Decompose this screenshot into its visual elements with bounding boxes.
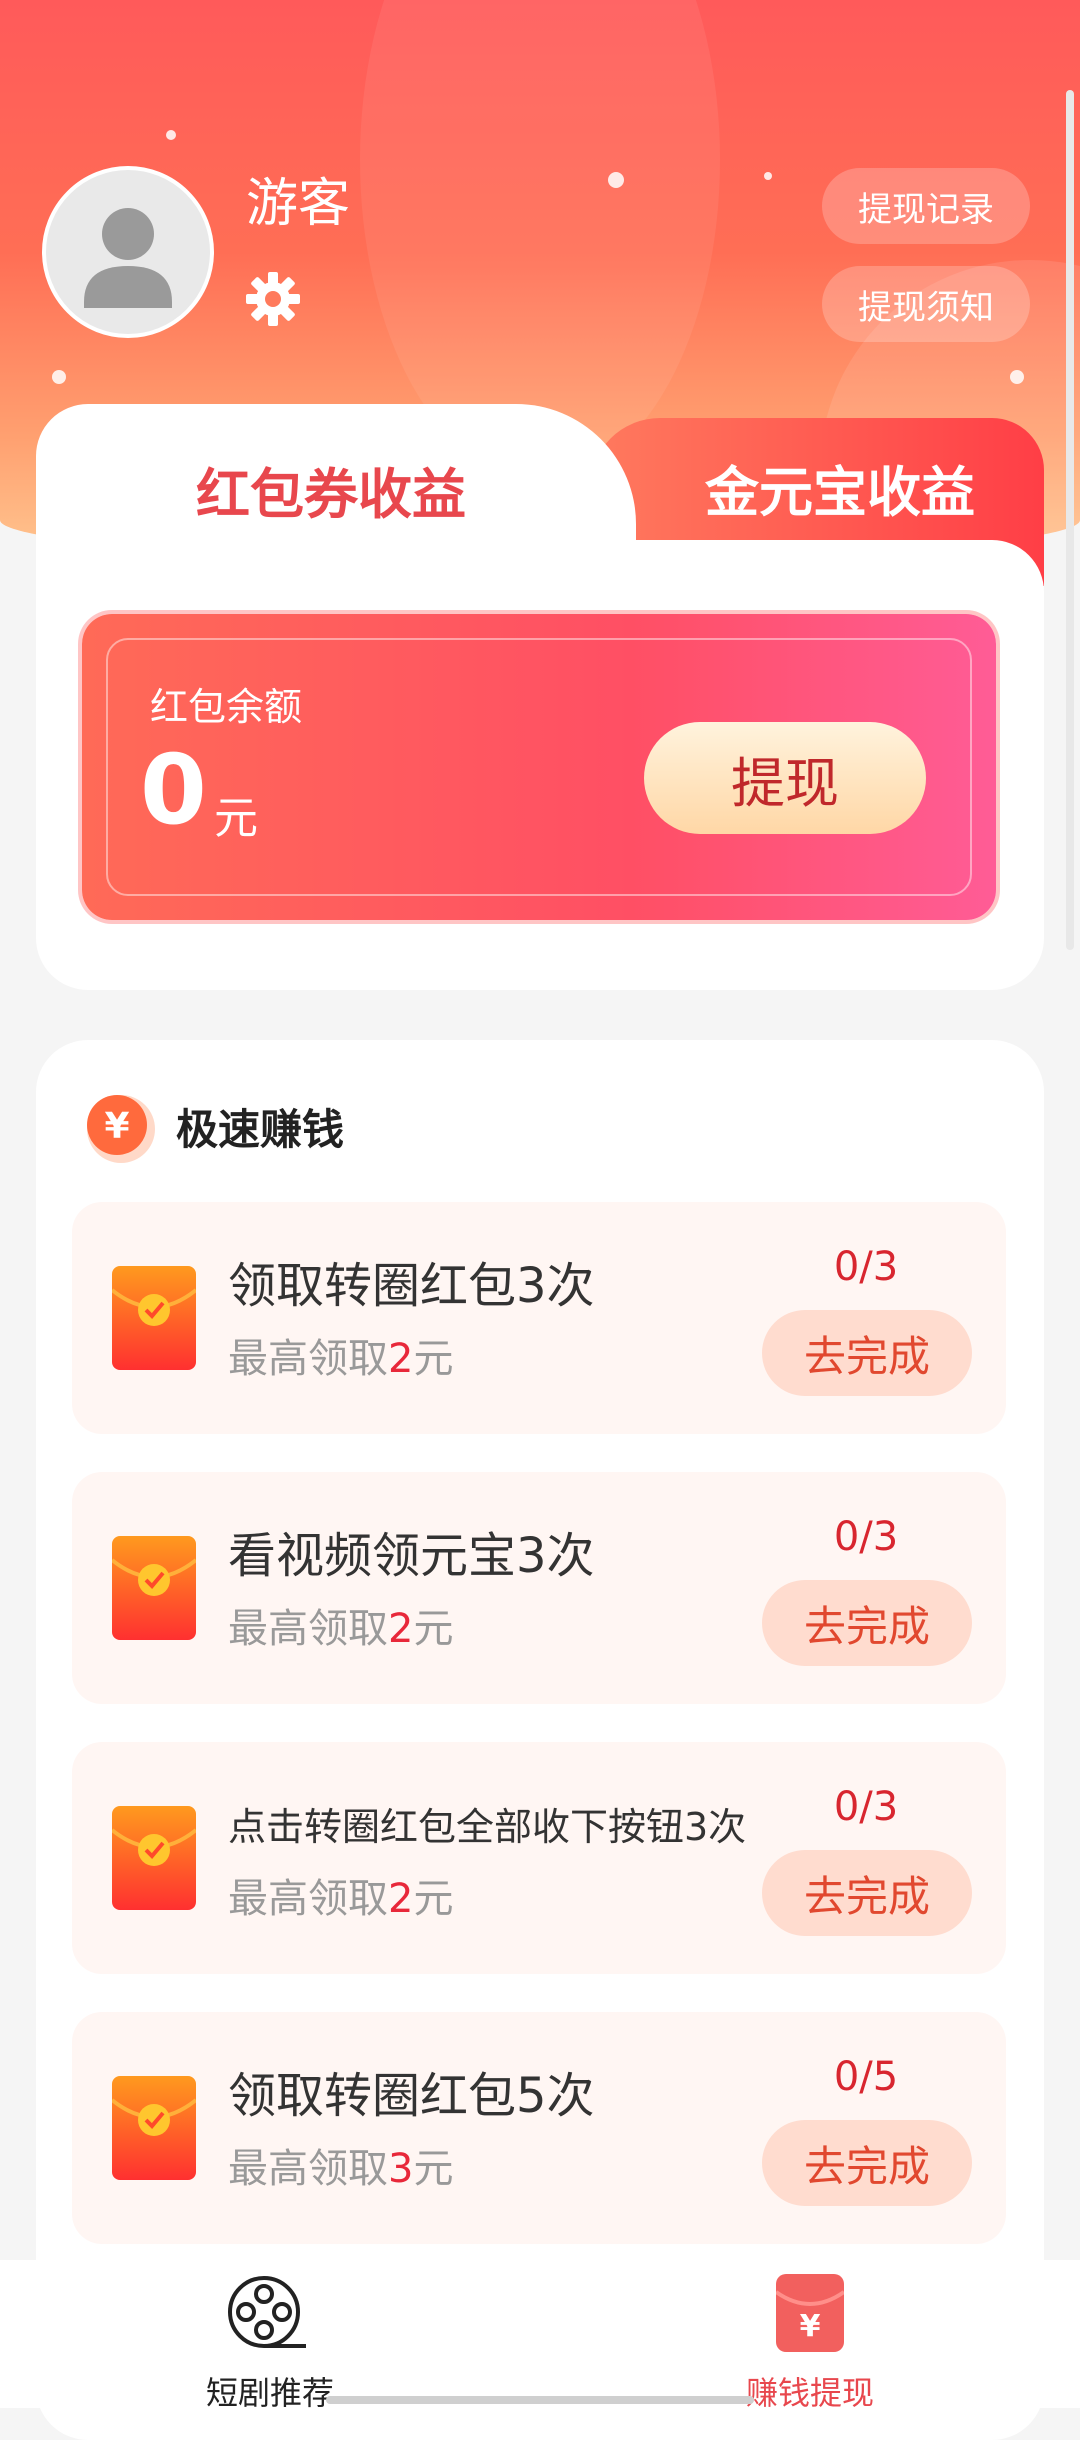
task-title: 领取转圈红包5次: [228, 2068, 595, 2124]
complete-task-button[interactable]: 去完成: [762, 1580, 972, 1666]
task-title: 领取转圈红包3次: [228, 1258, 595, 1314]
balance-amount: 0: [140, 734, 207, 846]
withdraw-button[interactable]: 提现: [644, 722, 926, 834]
nav-item-earn-withdraw[interactable]: ¥ 赚钱提现: [680, 2274, 940, 2412]
svg-text:¥: ¥: [104, 1106, 129, 1147]
svg-text:¥: ¥: [800, 2309, 821, 2344]
complete-task-button[interactable]: 去完成: [762, 1310, 972, 1396]
balance-label: 红包余额: [150, 685, 303, 729]
complete-task-button[interactable]: 去完成: [762, 1850, 972, 1936]
task-item: 点击转圈红包全部收下按钮3次 最高领取2元 0/3 去完成: [72, 1742, 1006, 1974]
red-envelope-icon: ¥: [776, 2274, 844, 2352]
tab-label-gold-ingot[interactable]: 金元宝收益: [660, 448, 1020, 527]
avatar[interactable]: [42, 166, 214, 338]
film-reel-icon: [228, 2276, 306, 2348]
balance-unit: 元: [214, 793, 258, 844]
red-envelope-icon: [112, 2076, 196, 2180]
balance-panel: 红包余额 0 元 提现: [82, 614, 996, 920]
nav-item-short-drama[interactable]: 短剧推荐: [140, 2274, 400, 2412]
yuan-coin-icon: ¥: [87, 1095, 155, 1163]
section-title: 极速赚钱: [176, 1105, 345, 1154]
username: 游客: [246, 174, 351, 234]
task-item: 看视频领元宝3次 最高领取2元 0/3 去完成: [72, 1472, 1006, 1704]
home-indicator: [326, 2396, 754, 2404]
task-reward: 最高领取2元: [228, 1606, 454, 1652]
red-envelope-icon: [112, 1536, 196, 1640]
gear-icon[interactable]: [244, 270, 302, 328]
task-title: 看视频领元宝3次: [228, 1528, 595, 1584]
nav-label-earn-withdraw: 赚钱提现: [745, 2374, 874, 2412]
task-progress: 0/3: [833, 1244, 899, 1290]
user-silhouette-icon: [84, 208, 172, 308]
complete-task-button[interactable]: 去完成: [762, 2120, 972, 2206]
task-reward: 最高领取2元: [228, 1336, 454, 1382]
red-envelope-icon: [112, 1266, 196, 1370]
nav-label-short-drama: 短剧推荐: [205, 2374, 334, 2412]
task-reward: 最高领取2元: [228, 1876, 454, 1922]
task-progress: 0/5: [833, 2054, 899, 2100]
withdraw-notice-button[interactable]: 提现须知: [822, 266, 1030, 342]
tab-label-red-packet[interactable]: 红包券收益: [36, 450, 626, 529]
task-reward: 最高领取3元: [228, 2146, 454, 2192]
task-progress: 0/3: [833, 1784, 899, 1830]
task-title: 点击转圈红包全部收下按钮3次: [228, 1805, 747, 1849]
task-progress: 0/3: [833, 1514, 899, 1560]
task-item: 领取转圈红包5次 最高领取3元 0/5 去完成: [72, 2012, 1006, 2244]
task-item: 领取转圈红包3次 最高领取2元 0/3 去完成: [72, 1202, 1006, 1434]
scrollbar[interactable]: [1066, 90, 1074, 950]
withdraw-record-button[interactable]: 提现记录: [822, 168, 1030, 244]
bottom-nav: 短剧推荐 ¥ 赚钱提现: [0, 2260, 1080, 2412]
red-envelope-icon: [112, 1806, 196, 1910]
